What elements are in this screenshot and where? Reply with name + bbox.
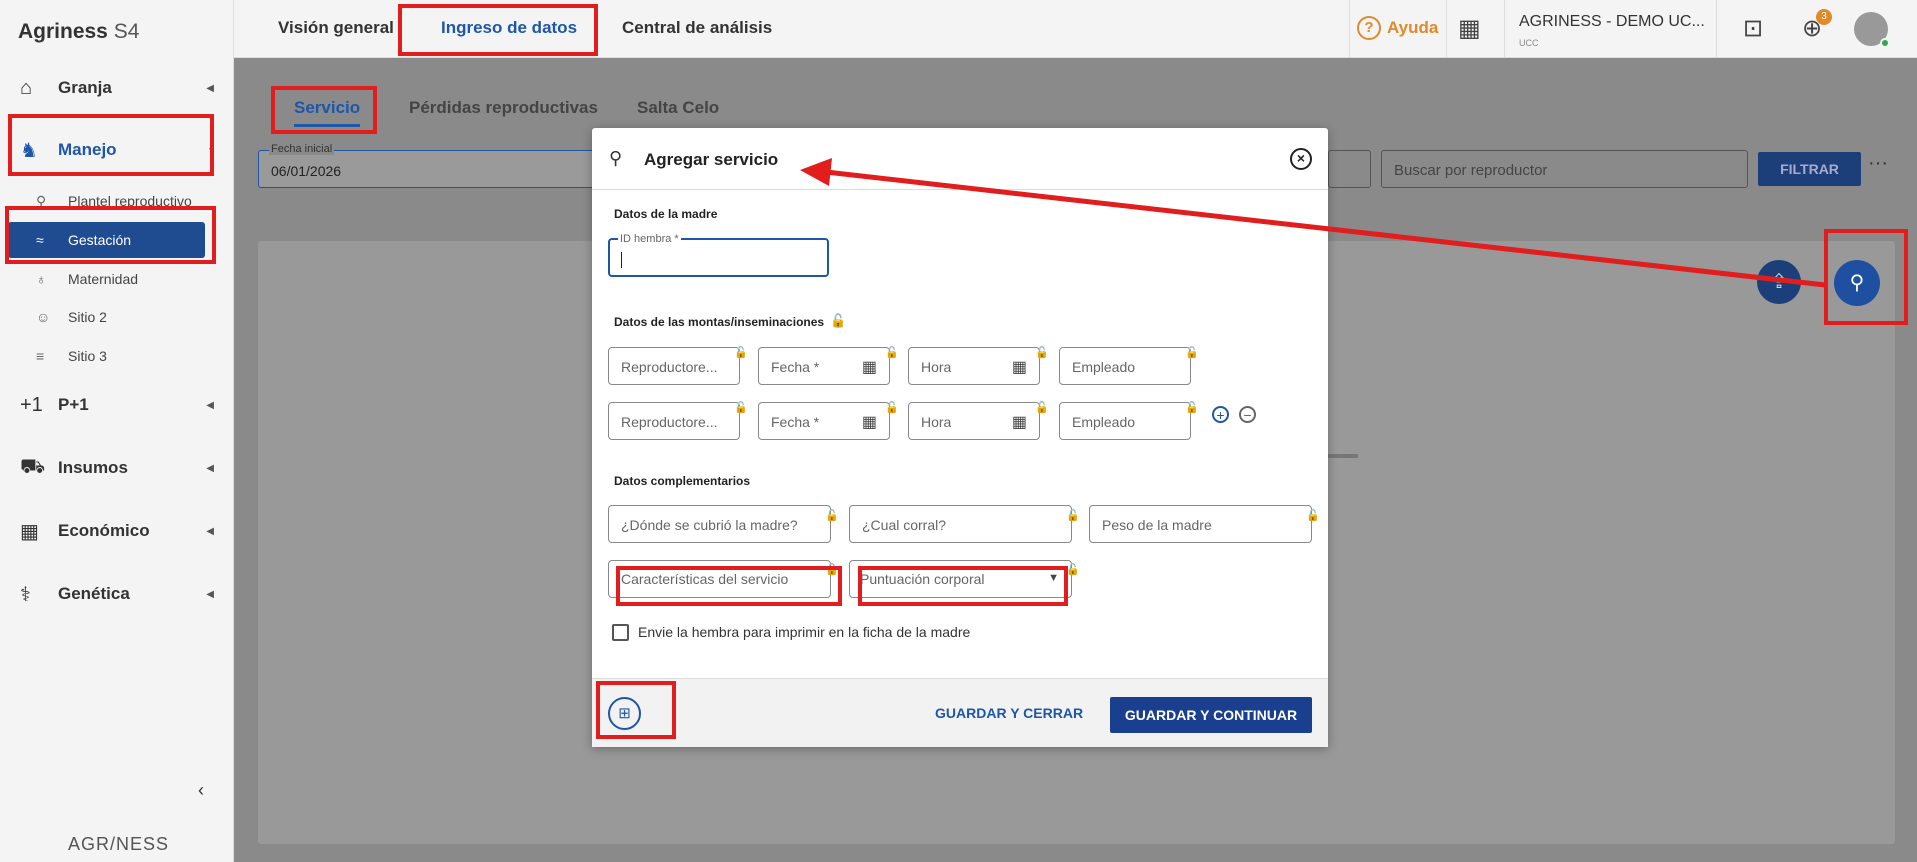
annotation-arrow xyxy=(800,158,1826,288)
